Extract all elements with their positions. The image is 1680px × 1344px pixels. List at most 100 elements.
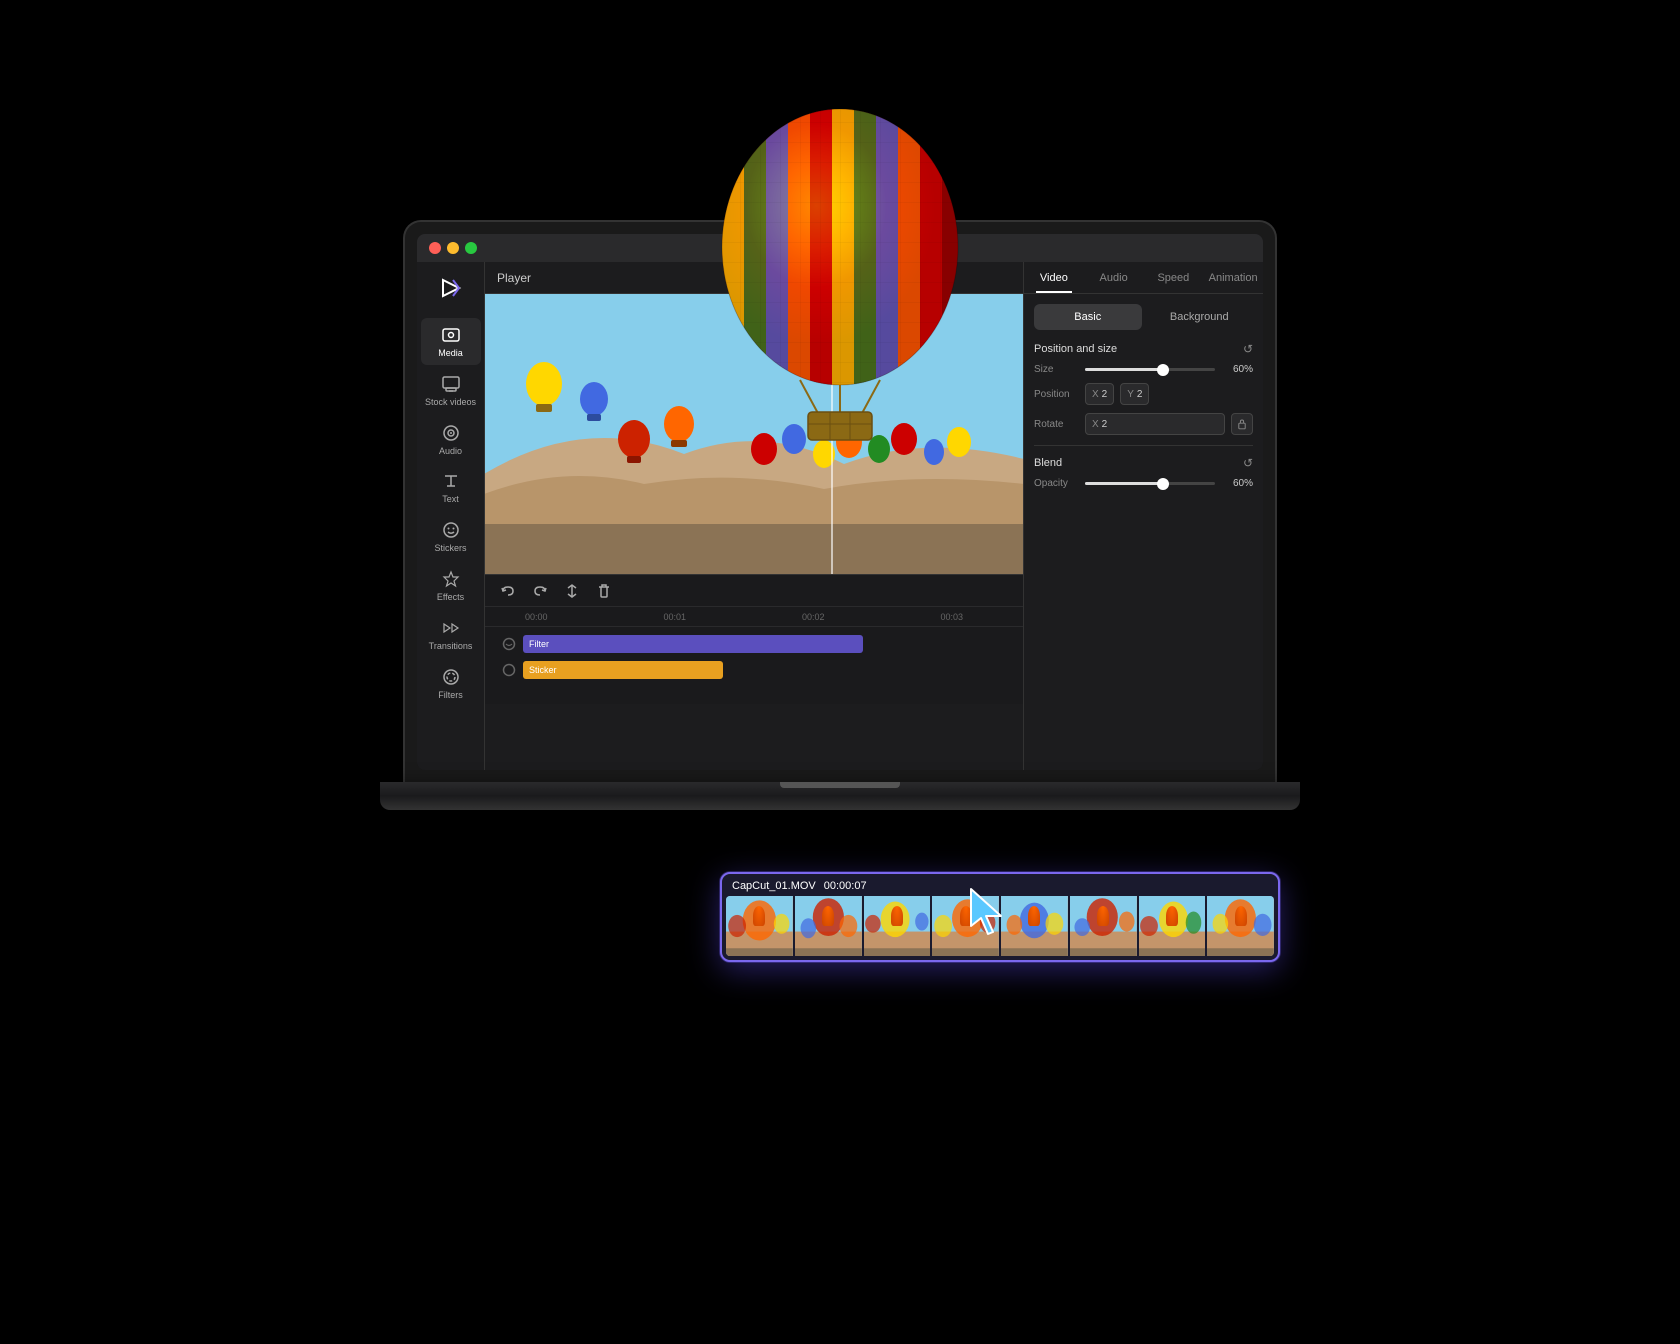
media-icon <box>440 324 462 346</box>
timeline-tracks: Filter <box>485 627 1023 687</box>
filmstrip-frame-2 <box>795 896 862 956</box>
player-video <box>485 294 1023 574</box>
position-y-input[interactable]: Y 2 <box>1120 383 1149 405</box>
filmstrip-frame-3 <box>864 896 931 956</box>
laptop-bottom <box>380 782 1300 810</box>
filmstrip-frame-5 <box>1001 896 1068 956</box>
sidebar-item-effects[interactable]: Effects <box>421 562 481 609</box>
clip-header: CapCut_01.MOV 00:00:07 <box>726 878 1274 896</box>
tab-video[interactable]: Video <box>1024 262 1084 293</box>
main-content: Player <box>485 262 1263 770</box>
ruler-mark-0: 00:00 <box>525 612 548 622</box>
rotate-label: Rotate <box>1034 419 1079 430</box>
filmstrip-frame-6 <box>1070 896 1137 956</box>
clip-filmstrip <box>726 896 1274 956</box>
right-panel: Video Audio Speed Animation <box>1023 262 1263 770</box>
transitions-icon <box>440 617 462 639</box>
filter-track-icon <box>495 637 523 651</box>
audio-icon <box>440 422 462 444</box>
video-background <box>485 294 1023 574</box>
sidebar-item-audio[interactable]: Audio <box>421 416 481 463</box>
sidebar-item-stickers-label: Stickers <box>434 543 466 554</box>
sidebar-item-stickers[interactable]: Stickers <box>421 513 481 560</box>
sticker-track-icon <box>495 663 523 677</box>
ruler-marks: 00:00 00:01 00:02 00:03 <box>525 612 963 622</box>
opacity-slider[interactable] <box>1085 482 1215 485</box>
app-logo <box>433 270 469 306</box>
size-slider-thumb[interactable] <box>1157 364 1169 376</box>
ruler-mark-2: 00:02 <box>802 612 825 622</box>
clip-filename: CapCut_01.MOV <box>732 880 816 892</box>
sidebar-item-audio-label: Audio <box>439 446 462 457</box>
sticker-track-row: Sticker <box>495 659 1013 681</box>
traffic-lights <box>429 242 477 254</box>
sub-tab-basic[interactable]: Basic <box>1034 304 1142 330</box>
app-layout: Media Stock videos <box>417 262 1263 770</box>
undo-button[interactable] <box>497 580 519 602</box>
divider-1 <box>1034 445 1253 446</box>
tab-audio[interactable]: Audio <box>1084 262 1144 293</box>
redo-button[interactable] <box>529 580 551 602</box>
close-button[interactable] <box>429 242 441 254</box>
filmstrip-frame-8 <box>1207 896 1274 956</box>
sidebar-item-media[interactable]: Media <box>421 318 481 365</box>
opacity-label: Opacity <box>1034 478 1079 489</box>
sidebar: Media Stock videos <box>417 262 485 770</box>
sidebar-item-transitions-label: Transitions <box>429 641 473 652</box>
sidebar-item-filters[interactable]: Filters <box>421 660 481 707</box>
sub-tab-background[interactable]: Background <box>1146 304 1254 330</box>
position-x-input[interactable]: X 2 <box>1085 383 1114 405</box>
filmstrip-frame-4 <box>932 896 999 956</box>
rotate-lock-button[interactable] <box>1231 413 1253 435</box>
position-label: Position <box>1034 389 1079 400</box>
stickers-icon <box>440 519 462 541</box>
laptop-container: Media Stock videos <box>390 222 1290 1122</box>
rotate-inputs: X 2 <box>1085 413 1253 435</box>
opacity-property-row: Opacity 60% <box>1034 478 1253 489</box>
floating-clip-tooltip: CapCut_01.MOV 00:00:07 <box>720 872 1280 962</box>
laptop-hinge <box>780 782 900 788</box>
sidebar-item-stock-videos[interactable]: Stock videos <box>421 367 481 414</box>
position-inputs: X 2 Y 2 <box>1085 383 1253 405</box>
panel-tabs: Video Audio Speed Animation <box>1024 262 1263 294</box>
position-size-reset-icon[interactable]: ↺ <box>1243 342 1253 356</box>
opacity-value: 60% <box>1221 478 1253 489</box>
sidebar-item-transitions[interactable]: Transitions <box>421 611 481 658</box>
minimize-button[interactable] <box>447 242 459 254</box>
maximize-button[interactable] <box>465 242 477 254</box>
opacity-slider-fill <box>1085 482 1163 485</box>
tab-speed[interactable]: Speed <box>1144 262 1204 293</box>
opacity-slider-thumb[interactable] <box>1157 478 1169 490</box>
timeline-ruler: 00:00 00:01 00:02 00:03 <box>485 607 1023 627</box>
effects-icon <box>440 568 462 590</box>
filter-track-clip[interactable]: Filter <box>523 635 863 653</box>
title-bar <box>417 234 1263 262</box>
delete-button[interactable] <box>593 580 615 602</box>
size-value: 60% <box>1221 364 1253 375</box>
sidebar-item-text[interactable]: Text <box>421 464 481 511</box>
clip-duration: 00:00:07 <box>824 880 867 892</box>
blend-section-header: Blend ↺ <box>1034 456 1253 470</box>
laptop-screen-bezel: Media Stock videos <box>405 222 1275 782</box>
split-button[interactable] <box>561 580 583 602</box>
text-icon <box>440 470 462 492</box>
size-slider[interactable] <box>1085 368 1215 371</box>
timeline-area: 00:00 00:01 00:02 00:03 <box>485 574 1023 704</box>
size-property-row: Size 60% <box>1034 364 1253 375</box>
filmstrip-frame-7 <box>1139 896 1206 956</box>
timeline-controls <box>485 575 1023 607</box>
sticker-track-clip[interactable]: Sticker <box>523 661 723 679</box>
ruler-mark-1: 00:01 <box>663 612 686 622</box>
player-header: Player <box>485 262 1023 294</box>
stock-icon <box>440 373 462 395</box>
blend-reset-icon[interactable]: ↺ <box>1243 456 1253 470</box>
sidebar-item-filters-label: Filters <box>438 690 463 701</box>
player-title: Player <box>497 271 531 285</box>
sidebar-item-text-label: Text <box>442 494 459 505</box>
video-scene <box>485 294 1023 574</box>
rotate-x-input[interactable]: X 2 <box>1085 413 1225 435</box>
position-size-section-header: Position and size ↺ <box>1034 342 1253 356</box>
laptop-screen: Media Stock videos <box>417 234 1263 770</box>
tab-animation[interactable]: Animation <box>1203 262 1263 293</box>
player-area: Player <box>485 262 1023 770</box>
